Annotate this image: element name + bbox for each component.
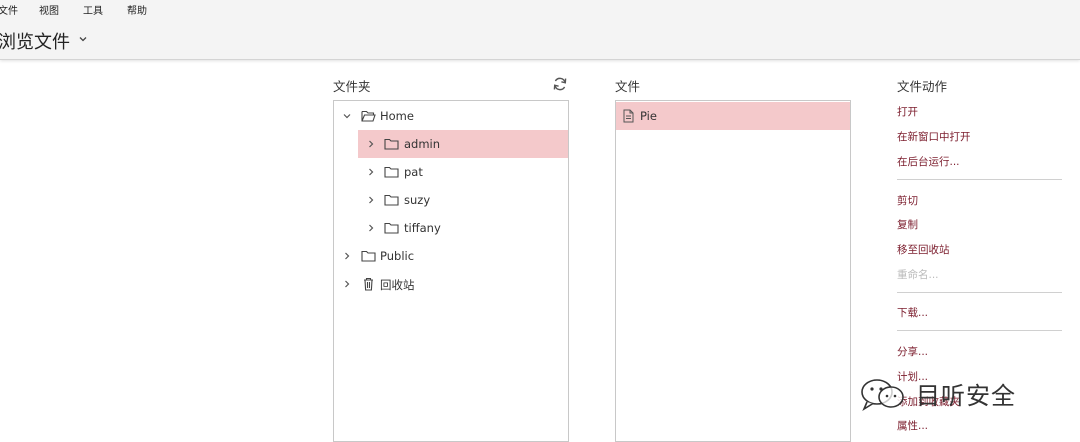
tree-item-public[interactable]: Public	[334, 242, 568, 270]
file-icon	[623, 109, 634, 123]
file-item-label: Pie	[640, 109, 657, 123]
tree-item-trash[interactable]: 回收站	[334, 270, 568, 298]
folder-open-icon	[361, 110, 376, 122]
folder-icon	[384, 166, 399, 178]
file-list: Pie	[615, 100, 851, 442]
action-download[interactable]: 下载...	[897, 305, 928, 320]
tree-item-label: 回收站	[380, 278, 415, 292]
page-title[interactable]: 浏览文件	[0, 28, 70, 54]
tree-item-admin[interactable]: admin	[358, 130, 568, 158]
chevron-right-icon[interactable]	[366, 139, 376, 149]
tree-item-label: admin	[404, 137, 441, 151]
trash-icon	[364, 277, 373, 291]
action-run-background[interactable]: 在后台运行...	[897, 154, 960, 169]
tree-item-tiffany[interactable]: tiffany	[358, 214, 568, 242]
folder-tree: Home admin pat suzy tiffany Public 回收站	[333, 100, 569, 442]
chevron-right-icon[interactable]	[366, 195, 376, 205]
action-open[interactable]: 打开	[897, 104, 918, 119]
chat-bubble-icon	[861, 379, 904, 411]
action-cut[interactable]: 剪切	[897, 193, 918, 208]
tree-item-label: tiffany	[404, 221, 441, 235]
action-open-new-window[interactable]: 在新窗口中打开	[897, 129, 971, 144]
watermark-text: 目听安全	[916, 382, 1016, 410]
tree-item-label: Home	[380, 109, 414, 123]
files-title: 文件	[615, 79, 641, 94]
action-share[interactable]: 分享...	[897, 344, 928, 359]
chevron-down-icon[interactable]	[78, 34, 88, 44]
action-properties[interactable]: 属性...	[897, 418, 928, 433]
tree-item-label: Public	[380, 249, 415, 263]
folder-icon	[384, 222, 399, 234]
folder-icon	[361, 250, 376, 262]
actions-title: 文件动作	[897, 79, 948, 94]
tree-item-label: suzy	[404, 193, 431, 207]
menu-file[interactable]: 文件	[0, 2, 18, 17]
divider	[897, 179, 1062, 180]
divider	[897, 330, 1062, 331]
menu-help[interactable]: 帮助	[127, 2, 147, 17]
action-move-to-trash[interactable]: 移至回收站	[897, 242, 950, 257]
watermark: 目听安全	[858, 372, 1058, 416]
tree-item-suzy[interactable]: suzy	[358, 186, 568, 214]
chevron-right-icon[interactable]	[342, 251, 352, 261]
file-item-pie[interactable]: Pie	[616, 102, 850, 130]
chevron-right-icon[interactable]	[366, 167, 376, 177]
action-copy[interactable]: 复制	[897, 217, 918, 232]
tree-item-home[interactable]: Home	[334, 102, 568, 130]
chevron-right-icon[interactable]	[366, 223, 376, 233]
menu-view[interactable]: 视图	[39, 2, 59, 17]
folders-title: 文件夹	[333, 79, 371, 94]
chevron-down-icon[interactable]	[342, 111, 352, 121]
divider	[897, 292, 1062, 293]
tree-item-pat[interactable]: pat	[358, 158, 568, 186]
folder-icon	[384, 138, 399, 150]
action-rename: 重命名...	[897, 269, 939, 281]
tree-item-label: pat	[404, 165, 423, 179]
menu-tools[interactable]: 工具	[83, 2, 103, 17]
chevron-right-icon[interactable]	[342, 279, 352, 289]
folder-icon	[384, 194, 399, 206]
app-header: 文件 视图 工具 帮助 浏览文件	[0, 0, 1080, 60]
refresh-icon[interactable]	[552, 76, 568, 92]
